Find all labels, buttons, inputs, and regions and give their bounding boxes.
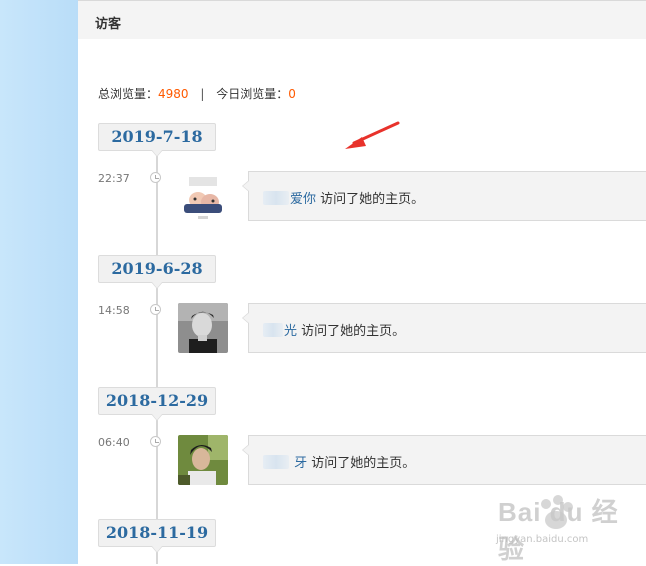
visit-time: 22:37 [98, 172, 130, 185]
visit-message: 光 访问了她的主页。 [242, 303, 646, 353]
blurred-username [263, 191, 289, 205]
visitor-name[interactable]: 爱你 [290, 192, 316, 207]
visit-action: 访问了她的主页。 [311, 456, 416, 471]
visitor-name[interactable]: 牙 [294, 456, 307, 471]
timeline-date: 2019-6-28 [98, 255, 216, 289]
visit-time: 14:58 [98, 304, 130, 317]
visit-message: 牙 访问了她的主页。 [242, 435, 646, 485]
total-views-label: 总浏览量： [98, 87, 159, 101]
visitor-avatar[interactable] [178, 172, 228, 222]
blurred-username [263, 455, 289, 469]
annotation-arrow-icon [345, 121, 400, 149]
section-title: 访客 [95, 17, 122, 32]
visitor-avatar[interactable] [178, 435, 228, 485]
visit-message: 爱你 访问了她的主页。 [242, 171, 646, 221]
section-header: 访客 [78, 0, 646, 39]
watermark-text: Bai du 经验 [498, 497, 619, 564]
total-views-count: 4980 [158, 87, 189, 101]
today-views-count: 0 [288, 87, 296, 101]
watermark-url: jingyan.baidu.com [496, 534, 589, 545]
blurred-username [263, 323, 283, 337]
visit-action: 访问了她的主页。 [320, 192, 425, 207]
clock-icon [150, 304, 161, 315]
visitor-name[interactable]: 光 [284, 324, 297, 339]
visitor-avatar[interactable] [178, 303, 228, 353]
timeline-date: 2019-7-18 [98, 123, 216, 157]
visit-time: 06:40 [98, 436, 130, 449]
baidu-watermark: Bai du 经验 jingyan.baidu.com [488, 490, 638, 564]
visit-action: 访问了她的主页。 [301, 324, 406, 339]
timeline-date: 2018-11-19 [98, 519, 216, 553]
clock-icon [150, 172, 161, 183]
clock-icon [150, 436, 161, 447]
view-stats: 总浏览量：4980 | 今日浏览量：0 [98, 85, 296, 102]
today-views-label: 今日浏览量： [216, 87, 289, 101]
left-sidebar [0, 0, 78, 564]
timeline-date: 2018-12-29 [98, 387, 216, 421]
timeline-line [156, 150, 158, 564]
stats-separator: | [200, 87, 205, 101]
